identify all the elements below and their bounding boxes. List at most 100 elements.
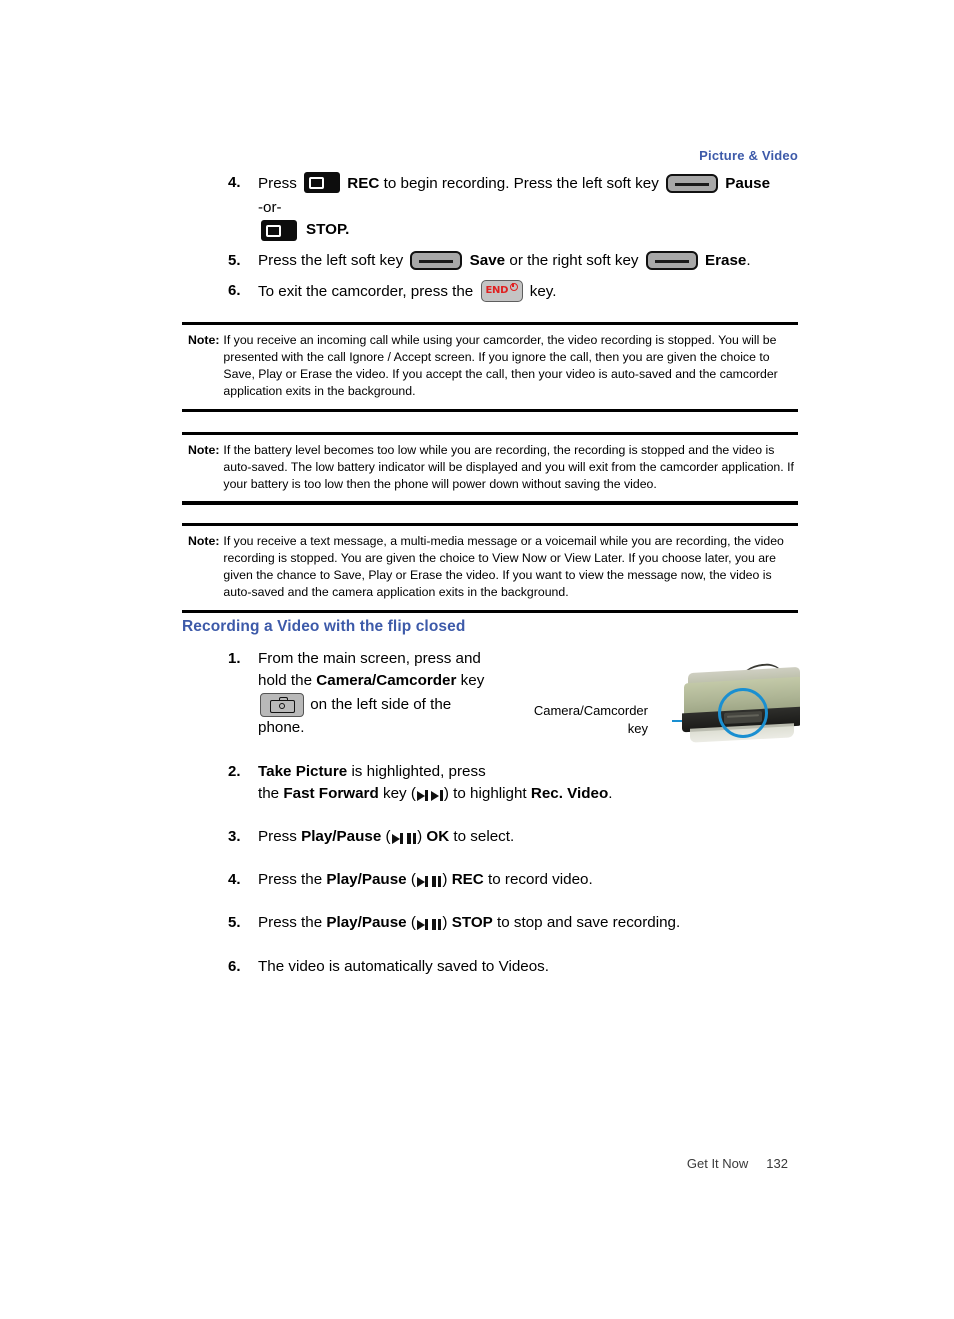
step-item-3: 3. Press Play/Pause () OK to select. bbox=[182, 826, 798, 851]
play-pause-icon bbox=[391, 828, 417, 851]
note-block-1: Note: If you receive an incoming call wh… bbox=[182, 322, 798, 412]
paren-open: ( bbox=[385, 827, 391, 845]
take-picture-bold: Take Picture bbox=[258, 763, 348, 781]
erase-label: Erase bbox=[705, 252, 747, 270]
soft-key-icon bbox=[666, 174, 719, 193]
callout-label: Camera/Camcorder key bbox=[498, 702, 648, 739]
step-text: Press Play/Pause () OK to select. bbox=[258, 826, 798, 851]
step-text: To exit the camcorder, press the END key… bbox=[258, 280, 798, 303]
step-item-5-lower: 5. Press the Play/Pause () STOP to stop … bbox=[182, 912, 798, 937]
ok-bold: OK bbox=[426, 827, 450, 845]
phone-figure: Camera/Camcorder key bbox=[524, 660, 800, 752]
pause-bars-icon bbox=[432, 872, 442, 894]
highlight-circle bbox=[718, 688, 768, 738]
step1-line-b-post: key bbox=[460, 672, 485, 690]
step4l-pre-text: Press the bbox=[258, 871, 323, 889]
note-label: Note: bbox=[188, 534, 220, 549]
step-number: 6. bbox=[228, 282, 241, 300]
step2-text-b-post: ) to highlight bbox=[443, 785, 527, 803]
step-item-2: 2. Take Picture is highlighted, press th… bbox=[182, 761, 798, 808]
step-item-4: 4. Press REC to begin recording. Press t… bbox=[182, 172, 798, 195]
section-heading: Recording a Video with the flip closed bbox=[182, 618, 466, 635]
step-number: 6. bbox=[228, 957, 241, 975]
step-text: Press REC to begin recording. Press the … bbox=[258, 172, 798, 195]
footer-page-number: 132 bbox=[766, 1156, 788, 1171]
bar-icon bbox=[439, 790, 443, 802]
callout-line-1: Camera/Camcorder bbox=[533, 703, 648, 718]
end-key-text: END bbox=[485, 285, 509, 297]
play-pause-bold: Play/Pause bbox=[301, 827, 382, 845]
paren-open: ( bbox=[410, 914, 416, 932]
note-rule-bottom bbox=[182, 609, 798, 613]
save-label: Save bbox=[469, 252, 506, 270]
step2-period: . bbox=[608, 785, 613, 803]
power-symbol-icon bbox=[509, 283, 518, 292]
camera-camcorder-bold: Camera/Camcorder bbox=[316, 672, 457, 690]
camera-key-icon bbox=[260, 692, 304, 717]
bar-icon bbox=[425, 876, 429, 888]
bar-icon bbox=[425, 919, 429, 931]
step3-pre-text: Press bbox=[258, 827, 297, 845]
note-text: If you receive a text message, a multi-m… bbox=[223, 534, 784, 600]
end-key-icon: END bbox=[480, 280, 523, 303]
bar-icon bbox=[425, 790, 429, 802]
step2-text-a: is highlighted, press bbox=[351, 763, 486, 781]
step-number: 4. bbox=[228, 871, 241, 889]
step2-text-b-pre: the bbox=[258, 785, 280, 803]
step-item-4-lower: 4. Press the Play/Pause () REC to record… bbox=[182, 869, 798, 894]
step1-line-c: on the left side of the bbox=[310, 695, 452, 713]
fast-forward-icon bbox=[416, 785, 443, 807]
step-text: Press the Play/Pause () STOP to stop and… bbox=[258, 912, 798, 937]
callout-line-2: key bbox=[627, 721, 648, 737]
note-label: Note: bbox=[188, 443, 220, 458]
step4-or-text: -or- bbox=[258, 198, 282, 216]
step4l-post-text: to record video. bbox=[488, 871, 593, 889]
paren-close: ) bbox=[442, 914, 448, 932]
step-item-5: 5. Press the left soft key Save or the r… bbox=[182, 250, 798, 272]
paren-close: ) bbox=[417, 827, 423, 845]
rec-bold: REC bbox=[451, 871, 484, 889]
fast-forward-bold: Fast Forward bbox=[283, 785, 379, 803]
stop-key-icon bbox=[261, 219, 297, 241]
step-item-6-lower: 6. The video is automatically saved to V… bbox=[182, 956, 798, 978]
pause-bars-icon bbox=[407, 829, 417, 851]
running-header: Picture & Video bbox=[699, 148, 798, 163]
step4-pre-text: Press bbox=[258, 175, 297, 192]
note-block-2: Note: If the battery level becomes too l… bbox=[182, 432, 798, 505]
step5-mid-text: or the right soft key bbox=[509, 252, 639, 270]
rec-label: REC bbox=[347, 175, 380, 192]
note-rule-bottom bbox=[182, 501, 798, 505]
step6-pre-text: To exit the camcorder, press the bbox=[258, 283, 474, 301]
stop-bold: STOP bbox=[451, 914, 493, 932]
play-pause-icon bbox=[416, 871, 442, 894]
phone-photo bbox=[680, 660, 800, 752]
note-label: Note: bbox=[188, 333, 220, 348]
step4-mid-text: to begin recording. Press the left soft … bbox=[383, 175, 659, 192]
rec-video-bold: Rec. Video bbox=[530, 785, 609, 803]
play-pause-bold: Play/Pause bbox=[326, 871, 407, 889]
pause-bars-icon bbox=[432, 915, 442, 937]
step-text: Press the Play/Pause () REC to record vi… bbox=[258, 869, 798, 894]
step1-line-a: From the main screen, press and bbox=[258, 650, 481, 667]
paren-close: ) bbox=[442, 871, 448, 889]
pause-label: Pause bbox=[725, 175, 771, 192]
play-triangle-icon bbox=[416, 877, 425, 888]
note-content: Note: If you receive a text message, a m… bbox=[182, 526, 798, 609]
step3-post-text: to select. bbox=[453, 827, 515, 845]
note-content: Note: If you receive an incoming call wh… bbox=[182, 325, 798, 408]
step-text: Press the left soft key Save or the righ… bbox=[258, 250, 798, 272]
footer-section: Get It Now bbox=[686, 1156, 749, 1171]
step5-pre-text: Press the left soft key bbox=[258, 252, 404, 270]
note-rule-bottom bbox=[182, 408, 798, 412]
step1-line-b-pre: hold the bbox=[258, 672, 313, 690]
bar-icon bbox=[400, 832, 404, 844]
step6-post-text: key. bbox=[529, 283, 557, 301]
step1-line-d: phone. bbox=[258, 718, 305, 736]
step-number: 5. bbox=[228, 914, 241, 932]
step-number: 2. bbox=[228, 763, 241, 781]
play-triangle-icon bbox=[431, 791, 440, 802]
step-text: Take Picture is highlighted, press the F… bbox=[258, 761, 798, 808]
step5-period: . bbox=[746, 252, 751, 270]
play-pause-icon bbox=[416, 914, 442, 937]
paren-open: ( bbox=[410, 871, 416, 889]
